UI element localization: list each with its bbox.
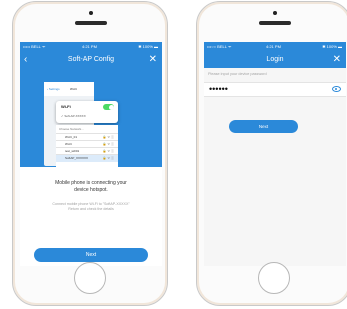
speaker-grille xyxy=(259,21,291,25)
battery-status: ✱ 100% ▬ xyxy=(138,44,158,49)
carrier-signal: ••••• BELL ᯤ xyxy=(23,44,46,49)
nav-bar: Login ✕ xyxy=(204,52,346,68)
next-button[interactable]: Next xyxy=(229,120,298,133)
soft-ap-config-screen: ••••• BELL ᯤ 4:21 PM ✱ 100% ▬ ‹ Soft-AP … xyxy=(20,42,162,266)
page-title: Soft-AP Config xyxy=(67,56,115,63)
wifi-settings-illustration: ‹ Settings Wi-Fi Wi-Fi ✓ Soft-AP-XXXXX C… xyxy=(20,68,162,167)
wlan-toggle xyxy=(103,104,114,110)
network-list: Choose Network... Wi-Fi_01 🔒 ᯤ ⓘ Wi-Fi 🔒 ᯤ… xyxy=(56,125,118,167)
page-title: Login xyxy=(266,56,284,63)
close-icon[interactable]: ✕ xyxy=(149,52,157,67)
login-screen: •••○○ BELL ᯤ 4:21 PM ✱ 100% ▬ Login ✕ Pl… xyxy=(204,42,346,266)
status-time: 4:21 PM xyxy=(266,44,281,49)
settings-back-link: ‹ Settings xyxy=(47,87,60,91)
camera-icon xyxy=(89,11,93,15)
close-icon[interactable]: ✕ xyxy=(333,52,341,67)
phone-frame-left: ••••• BELL ᯤ 4:21 PM ✱ 100% ▬ ‹ Soft-AP … xyxy=(12,1,168,306)
password-prompt: Please input your device password xyxy=(208,72,267,76)
settings-title: Wi-Fi xyxy=(70,87,77,91)
password-value: •••••• xyxy=(209,84,228,94)
speaker-grille xyxy=(75,21,107,25)
home-button[interactable] xyxy=(74,262,106,294)
home-button[interactable] xyxy=(258,262,290,294)
connected-network: ✓ Soft-AP-XXXXX xyxy=(61,114,86,118)
wifi-lock-icon: 🔒 ᯤ ⓘ xyxy=(102,156,114,160)
choose-network-label: Choose Network... xyxy=(59,127,84,131)
wlan-label: Wi-Fi xyxy=(61,104,71,109)
wlan-card: Wi-Fi ✓ Soft-AP-XXXXX xyxy=(56,101,118,123)
phone-frame-right: •••○○ BELL ᯤ 4:21 PM ✱ 100% ▬ Login ✕ Pl… xyxy=(196,1,347,306)
status-bar: •••○○ BELL ᯤ 4:21 PM ✱ 100% ▬ xyxy=(204,42,346,52)
carrier-signal: •••○○ BELL ᯤ xyxy=(207,44,232,49)
connection-hint: Connect mobile phone Wi-Fi to "SoftAP-XX… xyxy=(52,202,130,211)
list-item: SoftAP_XXXXXX 🔒 ᯤ ⓘ xyxy=(56,154,118,162)
eye-icon[interactable] xyxy=(332,86,341,92)
battery-status: ✱ 100% ▬ xyxy=(322,44,342,49)
camera-icon xyxy=(273,11,277,15)
status-time: 4:21 PM xyxy=(82,44,97,49)
status-bar: ••••• BELL ᯤ 4:21 PM ✱ 100% ▬ xyxy=(20,42,162,52)
settings-header: ‹ Settings Wi-Fi xyxy=(44,82,94,96)
next-button[interactable]: Next xyxy=(34,248,148,262)
password-field[interactable]: •••••• xyxy=(204,82,346,97)
nav-bar: ‹ Soft-AP Config ✕ xyxy=(20,52,162,68)
connecting-message: Mobile phone is connecting your device h… xyxy=(55,180,127,193)
